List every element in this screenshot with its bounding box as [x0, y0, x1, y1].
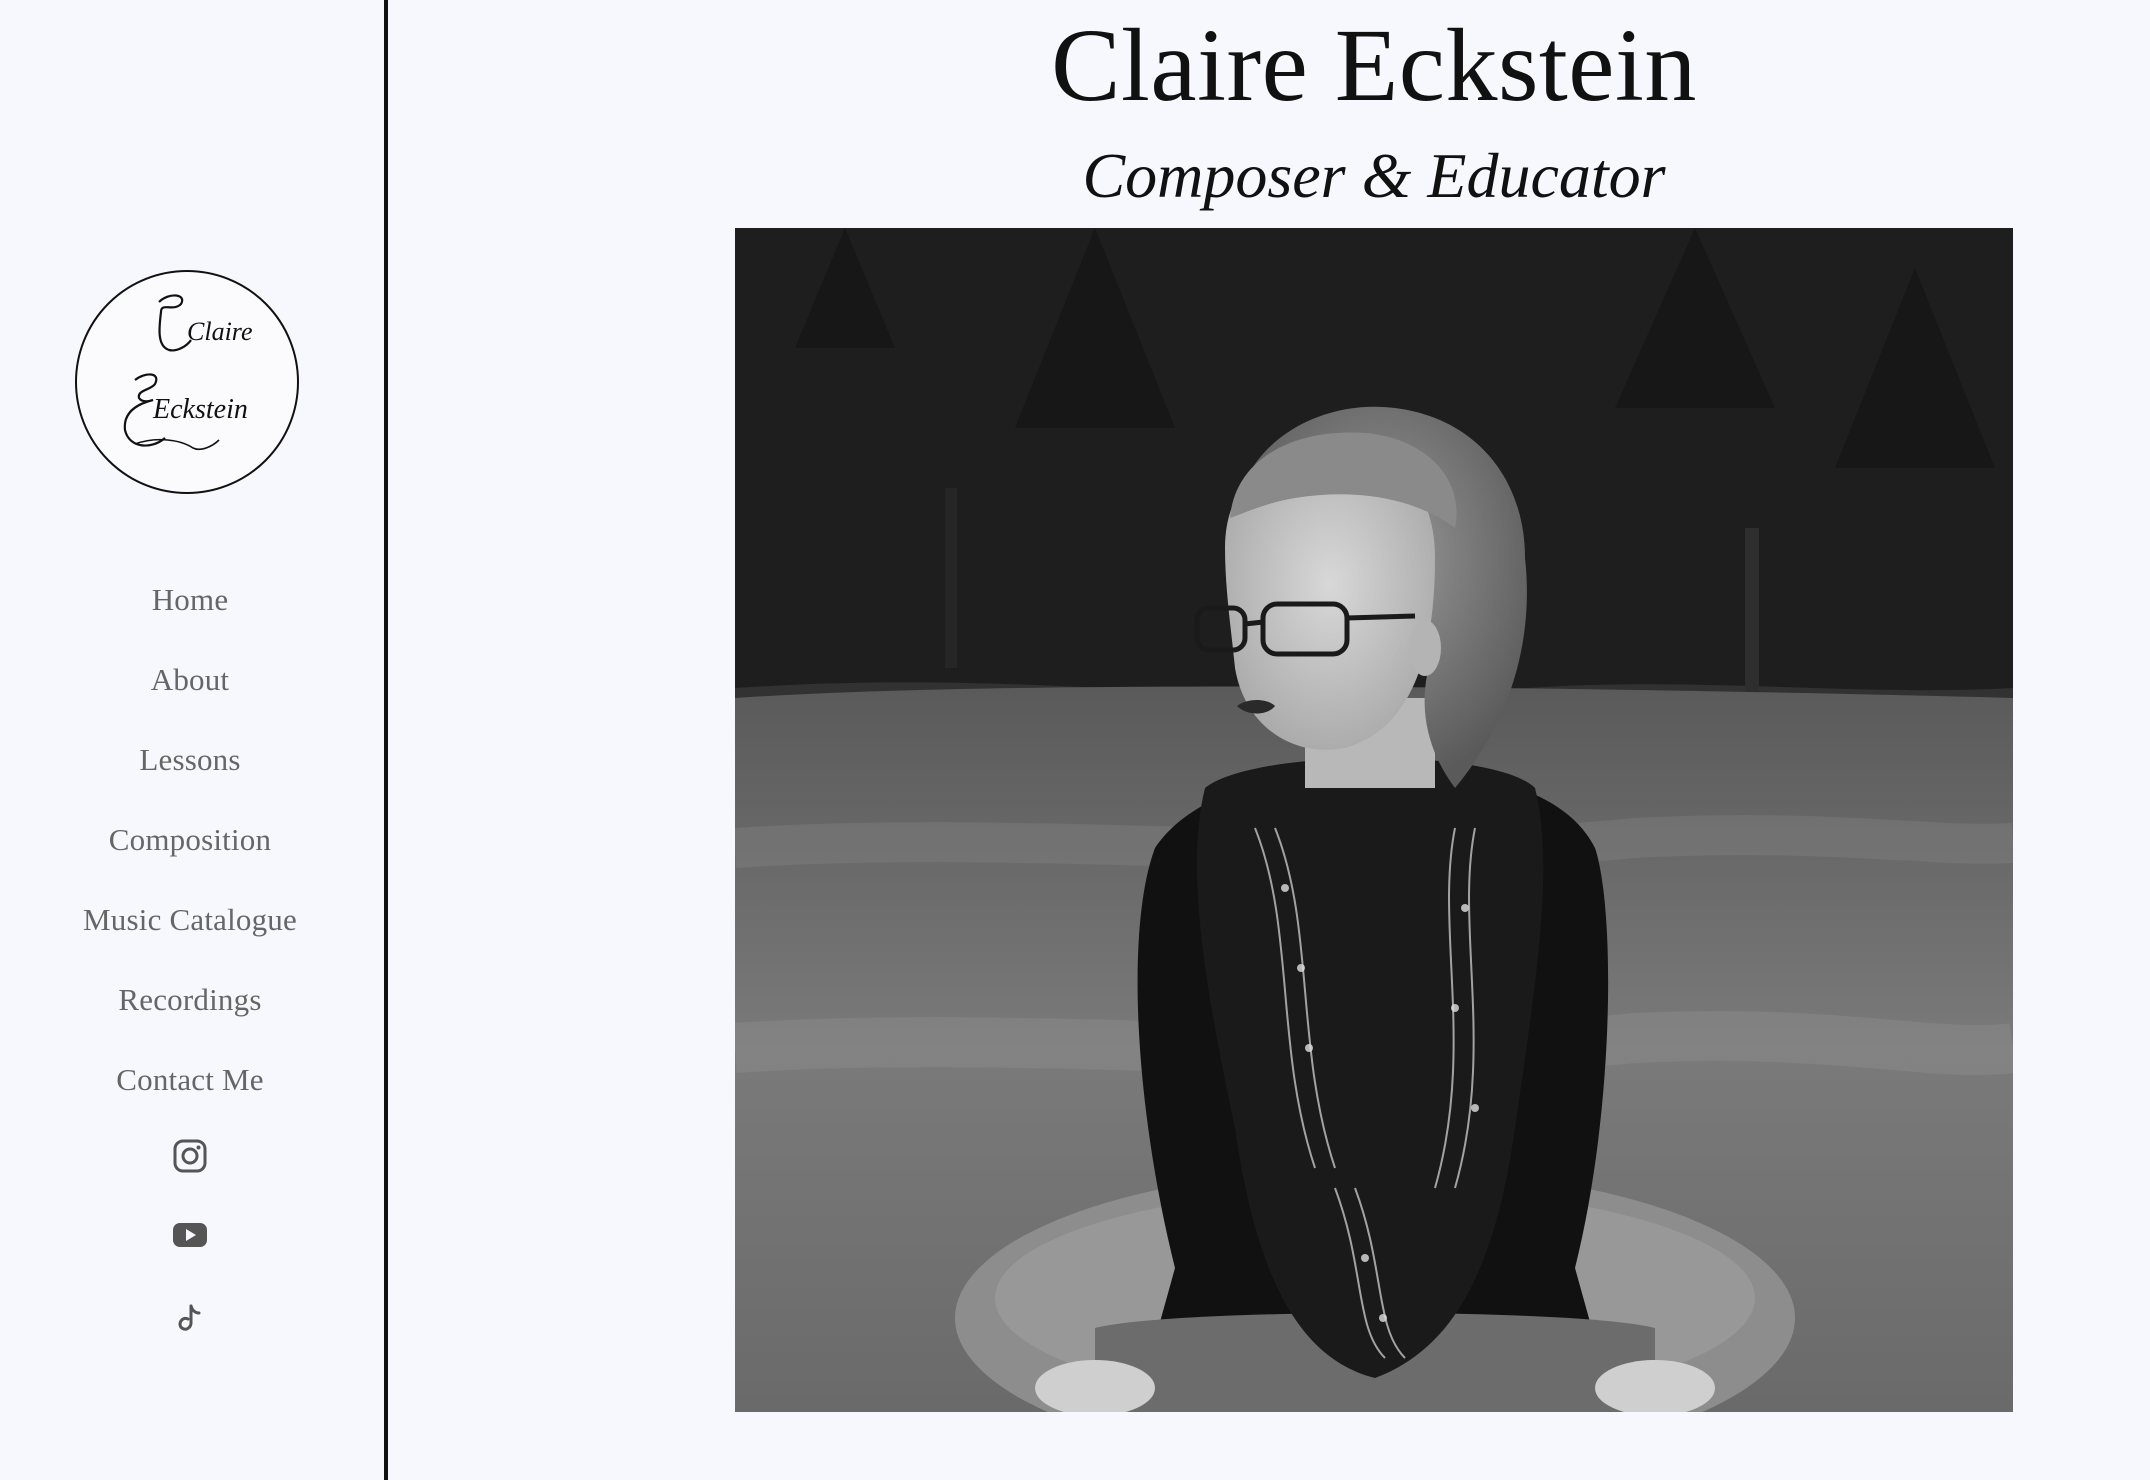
youtube-link[interactable] — [0, 1221, 380, 1249]
logo-line1: Claire — [187, 317, 252, 346]
tiktok-icon — [178, 1304, 201, 1331]
nav-item-recordings[interactable]: Recordings — [0, 960, 380, 1040]
nav-item-lessons[interactable]: Lessons — [0, 720, 380, 800]
youtube-icon — [173, 1223, 207, 1247]
hero-photo — [735, 228, 2013, 1412]
instagram-link[interactable] — [0, 1138, 380, 1174]
nav-item-home[interactable]: Home — [0, 560, 380, 640]
page-subtitle: Composer & Educator — [1082, 140, 1666, 211]
logo[interactable]: Claire Eckstein — [75, 270, 299, 494]
nav-item-contact[interactable]: Contact Me — [0, 1040, 380, 1120]
main-nav: Home About Lessons Composition Music Cat… — [0, 560, 380, 1120]
instagram-icon — [173, 1139, 207, 1173]
nav-item-composition[interactable]: Composition — [0, 800, 380, 880]
nav-item-about[interactable]: About — [0, 640, 380, 720]
tiktok-link[interactable] — [0, 1303, 380, 1333]
logo-line2: Eckstein — [152, 394, 248, 425]
portrait-photo-image — [735, 228, 2013, 1412]
nav-item-music-catalogue[interactable]: Music Catalogue — [0, 880, 380, 960]
page-title: Claire Eckstein — [1051, 8, 1697, 123]
sidebar: Claire Eckstein Home About Lessons Compo… — [0, 0, 388, 1480]
logo-script-mark: Claire Eckstein — [123, 294, 252, 451]
